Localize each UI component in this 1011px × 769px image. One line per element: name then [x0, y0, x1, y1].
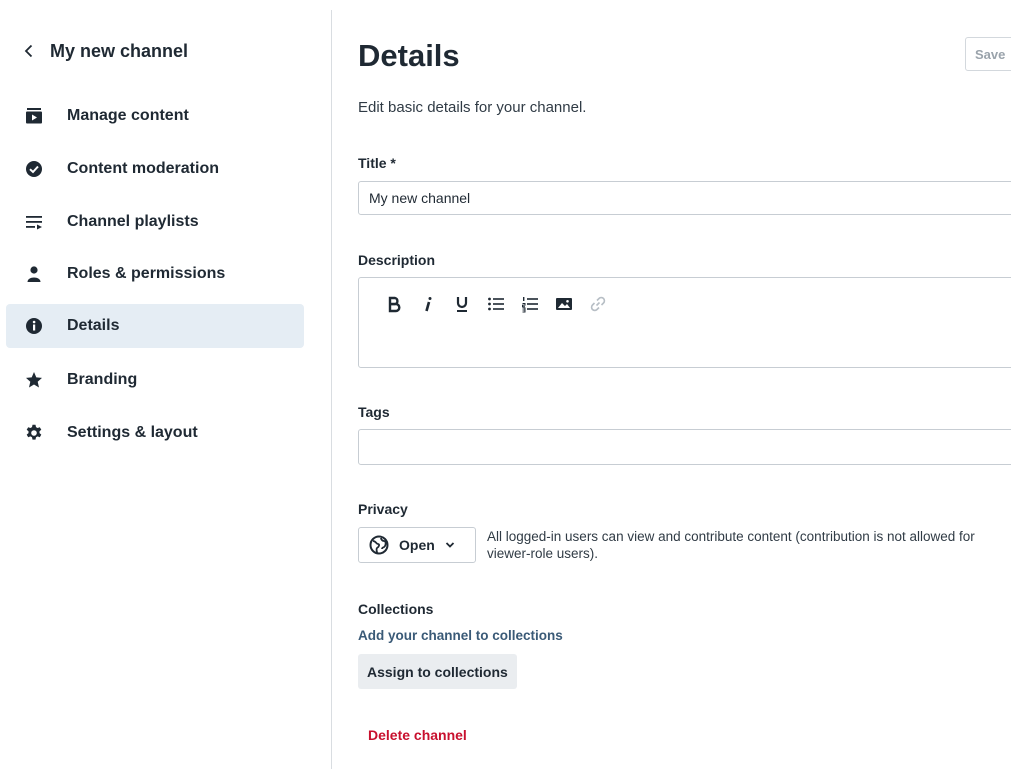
gear-icon [24, 423, 44, 443]
delete-channel-button[interactable]: Delete channel [358, 722, 477, 748]
channel-name: My new channel [50, 40, 189, 61]
numbered-list-icon[interactable] [513, 292, 547, 316]
sidebar-item-details[interactable]: Details [6, 304, 304, 348]
save-button[interactable]: Save [965, 37, 1011, 71]
sidebar-item-manage-content[interactable]: Manage content [6, 94, 304, 138]
chevron-down-icon [445, 542, 454, 548]
sidebar-item-label: Details [67, 317, 120, 334]
globe-icon [369, 535, 389, 555]
user-icon [24, 264, 44, 284]
sidebar-item-roles-permissions[interactable]: Roles & permissions [6, 252, 304, 296]
sidebar: My new channel Manage content Content mo… [0, 0, 331, 769]
page-subtitle: Edit basic details for your channel. [358, 99, 587, 116]
sidebar-item-label: Branding [67, 371, 138, 388]
sidebar-item-label: Settings & layout [67, 424, 198, 441]
image-icon[interactable] [547, 292, 581, 316]
sidebar-item-label: Manage content [67, 107, 189, 124]
privacy-label: Privacy [358, 501, 408, 517]
sidebar-item-settings-layout[interactable]: Settings & layout [6, 411, 304, 455]
add-to-collections-link[interactable]: Add your channel to collections [358, 628, 563, 643]
assign-to-collections-button[interactable]: Assign to collections [358, 654, 517, 689]
playlist-icon [24, 212, 44, 232]
tags-input[interactable] [358, 429, 1011, 465]
description-editor[interactable] [358, 277, 1011, 368]
tags-label: Tags [358, 404, 390, 420]
italic-icon[interactable] [411, 292, 445, 316]
privacy-dropdown[interactable]: Open [358, 527, 476, 563]
page-title: Details [358, 38, 460, 73]
underline-icon[interactable] [445, 292, 479, 316]
title-label: Title * [358, 155, 396, 171]
bullet-list-icon[interactable] [479, 292, 513, 316]
details-panel: Details Save Edit basic details for your… [332, 0, 1011, 769]
sidebar-item-label: Roles & permissions [67, 265, 226, 282]
sidebar-item-label: Content moderation [67, 160, 219, 177]
collections-label: Collections [358, 601, 434, 617]
privacy-value: Open [399, 537, 435, 553]
sidebar-item-channel-playlists[interactable]: Channel playlists [6, 200, 304, 244]
link-icon[interactable] [581, 292, 615, 316]
star-icon [24, 370, 44, 390]
editor-toolbar [377, 292, 615, 316]
check-circle-icon [24, 159, 44, 179]
description-label: Description [358, 252, 436, 268]
title-input[interactable] [358, 181, 1011, 215]
info-icon [24, 316, 44, 336]
sidebar-item-content-moderation[interactable]: Content moderation [6, 147, 304, 191]
privacy-description: All logged-in users can view and contrib… [487, 529, 975, 561]
back-button[interactable]: My new channel [22, 38, 188, 64]
chevron-left-icon [24, 44, 33, 58]
video-folder-icon [24, 106, 44, 126]
sidebar-item-label: Channel playlists [67, 213, 199, 230]
sidebar-item-branding[interactable]: Branding [6, 358, 304, 402]
bold-icon[interactable] [377, 292, 411, 316]
